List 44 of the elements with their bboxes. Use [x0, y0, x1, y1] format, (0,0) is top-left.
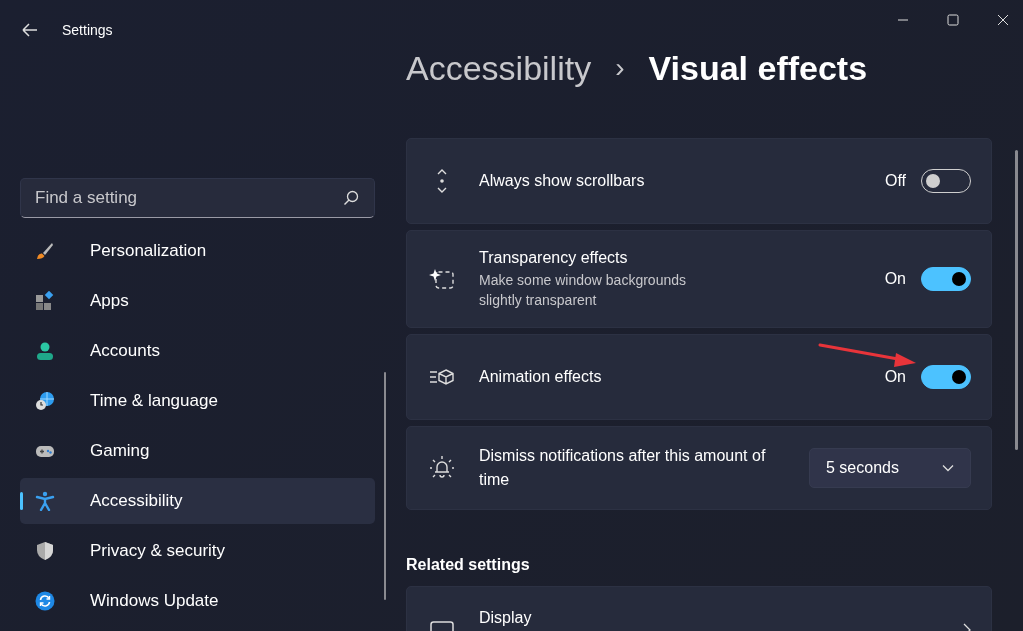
search-field[interactable]: Find a setting: [20, 178, 375, 218]
toggle-state-label: On: [884, 368, 906, 386]
transparency-icon: [429, 268, 455, 290]
setting-description: Make some window backgrounds slightly transparent: [479, 270, 687, 310]
toggle-state-label: Off: [884, 172, 906, 190]
nav-item[interactable]: Accessibility: [20, 478, 375, 524]
nav-item[interactable]: Gaming: [20, 428, 375, 474]
setting-title: Animation effects: [479, 368, 603, 386]
nav-item[interactable]: Privacy & security: [20, 528, 375, 574]
setting-title: Display: [479, 609, 533, 627]
nav-item[interactable]: Time & language: [20, 378, 375, 424]
nav-item[interactable]: Windows Update: [20, 578, 375, 624]
scrollbar-arrows-icon: [435, 169, 449, 193]
bell-icon: [429, 455, 455, 481]
maximize-icon[interactable]: [947, 14, 959, 26]
breadcrumb-separator: ›: [615, 52, 625, 84]
accessibility-icon: [35, 491, 55, 511]
scrollbar-thumb[interactable]: [1014, 150, 1018, 450]
nav-item[interactable]: Apps: [20, 278, 375, 324]
toggle-switch[interactable]: [921, 267, 971, 291]
toggle-state-label: On: [884, 270, 906, 288]
apps-icon: [35, 291, 55, 311]
animation-icon: [429, 368, 455, 386]
nav-item[interactable]: Personalization: [20, 228, 375, 274]
breadcrumb-link[interactable]: Accessibility: [406, 48, 592, 88]
setting-title: Dismiss notifications after this amount of time: [479, 446, 767, 490]
setting-title: Always show scrollbars: [479, 172, 646, 190]
window-title: Settings: [62, 22, 113, 38]
paintbrush-icon: [35, 241, 55, 261]
duration-dropdown[interactable]: 5 seconds: [809, 448, 971, 488]
person-icon: [35, 341, 55, 361]
toggle-switch[interactable]: [921, 365, 971, 389]
page-title: Visual effects: [648, 48, 868, 88]
update-icon: [35, 591, 55, 611]
search-icon: [343, 190, 359, 206]
section-heading: Related settings: [406, 556, 531, 574]
nav-item[interactable]: Accounts: [20, 328, 375, 374]
setting-title: Transparency effects: [479, 248, 629, 267]
chevron-down-icon: [942, 464, 954, 472]
close-icon[interactable]: [997, 14, 1009, 26]
related-setting-card[interactable]: Display: [406, 586, 992, 631]
scrollbar-thumb[interactable]: [384, 372, 386, 600]
globe-clock-icon: [35, 391, 55, 411]
shield-icon: [35, 541, 55, 561]
